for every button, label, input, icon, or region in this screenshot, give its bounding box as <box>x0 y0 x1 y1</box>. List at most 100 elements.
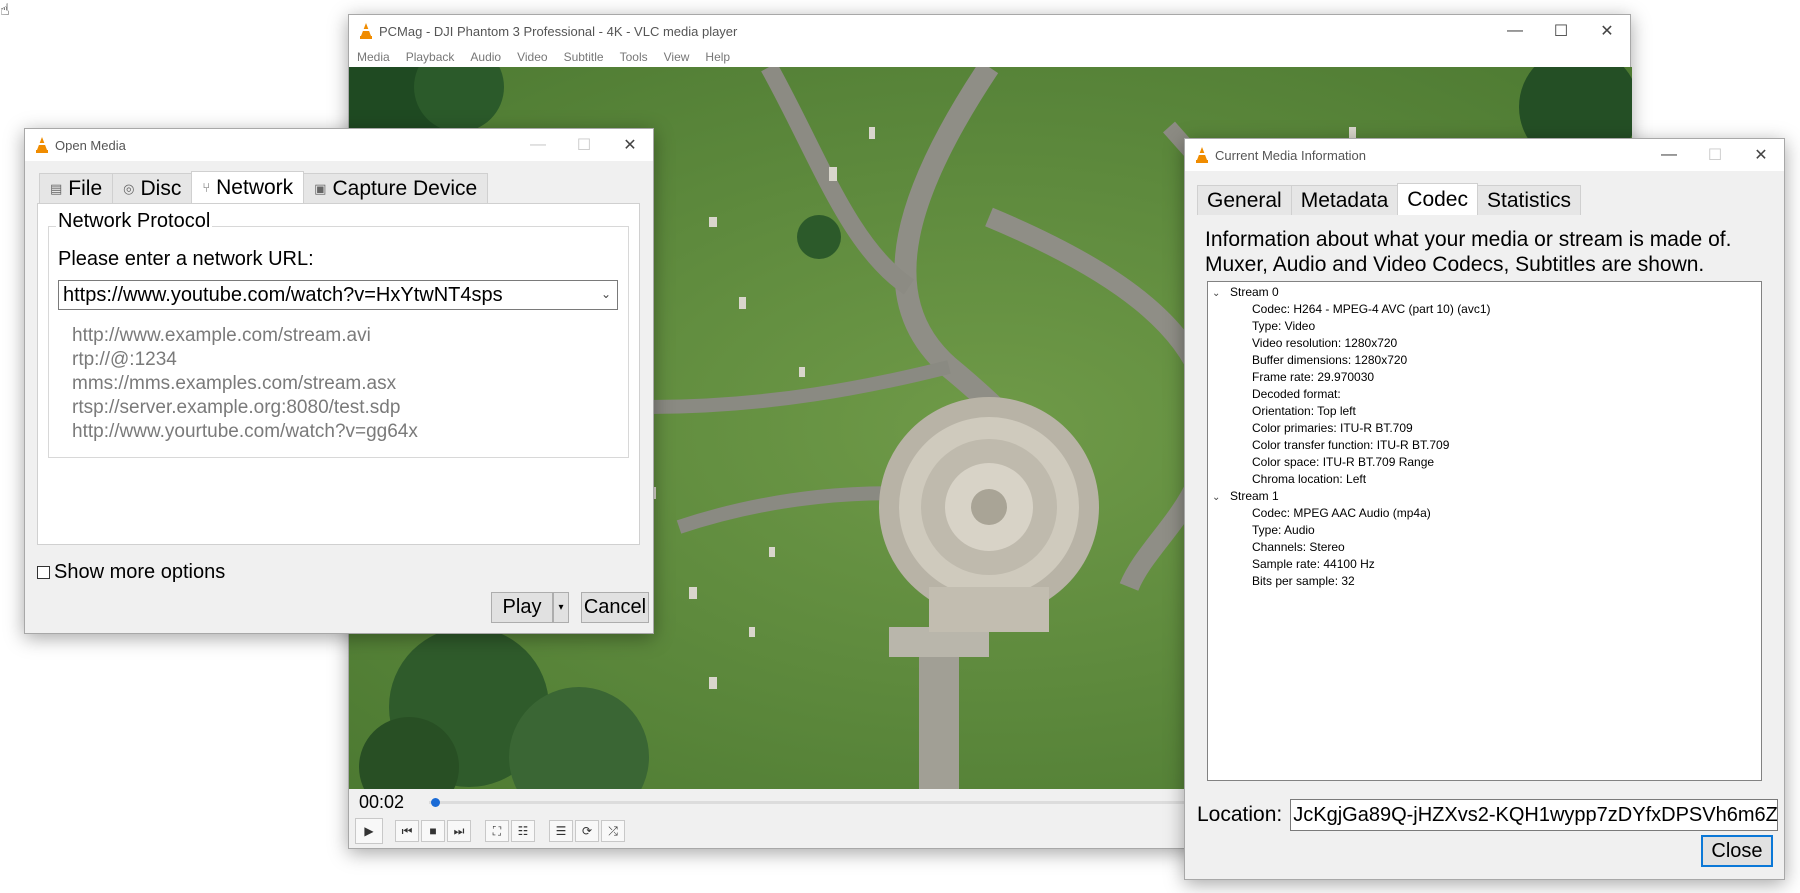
location-input[interactable]: JcKgjGa89Q-jHZXvs2-KQH1wypp7zDYfxDPSVh6m… <box>1290 799 1779 831</box>
close-icon[interactable]: ✕ <box>607 129 653 161</box>
vlc-window-title: PCMag - DJI Phantom 3 Professional - 4K … <box>379 23 738 39</box>
tree-item[interactable]: Color primaries: ITU-R BT.709 <box>1208 420 1761 437</box>
tree-item[interactable]: Color transfer function: ITU-R BT.709 <box>1208 437 1761 454</box>
tree-item[interactable]: Bits per sample: 32 <box>1208 573 1761 590</box>
cancel-button[interactable]: Cancel <box>581 592 649 623</box>
menu-view[interactable]: View <box>664 50 690 64</box>
menu-media[interactable]: Media <box>357 50 390 64</box>
minimize-icon[interactable]: — <box>1646 139 1692 171</box>
tree-item[interactable]: Color space: ITU-R BT.709 Range <box>1208 454 1761 471</box>
close-button[interactable]: Close <box>1701 835 1773 867</box>
shuffle-icon[interactable]: ⤮ <box>601 820 625 842</box>
tab-disc-label: Disc <box>140 176 182 200</box>
seek-handle[interactable] <box>431 798 441 807</box>
vlc-cone-icon <box>35 137 49 153</box>
close-icon[interactable]: ✕ <box>1738 139 1784 171</box>
location-label: Location: <box>1197 803 1283 826</box>
vlc-titlebar[interactable]: PCMag - DJI Phantom 3 Professional - 4K … <box>349 15 1630 47</box>
url-example: http://www.example.com/stream.avi <box>72 325 371 346</box>
maximize-icon[interactable]: ☐ <box>561 129 607 161</box>
tree-item[interactable]: Codec: H264 - MPEG-4 AVC (part 10) (avc1… <box>1208 301 1761 318</box>
network-panel: Network Protocol Please enter a network … <box>37 203 640 545</box>
tree-item[interactable]: Chroma location: Left <box>1208 471 1761 488</box>
mouse-cursor-icon: ☝ <box>0 2 10 19</box>
tab-network[interactable]: ⑂ Network <box>191 171 305 203</box>
stream-label: Stream 1 <box>1230 489 1279 503</box>
vlc-cone-icon <box>1195 147 1209 163</box>
menu-tools[interactable]: Tools <box>620 50 648 64</box>
show-more-options-label: Show more options <box>54 561 226 583</box>
codec-description-line: Information about what your media or str… <box>1205 228 1732 251</box>
media-info-tabs: General Metadata Codec Statistics <box>1197 183 1582 215</box>
menu-audio[interactable]: Audio <box>470 50 501 64</box>
network-protocol-label: Network Protocol <box>56 210 213 233</box>
tab-capture-device[interactable]: ▣ Capture Device <box>303 173 489 203</box>
next-icon[interactable]: ⏭ <box>447 820 471 842</box>
tree-item[interactable]: Orientation: Top left <box>1208 403 1761 420</box>
tree-node-stream-1[interactable]: ⌄ Stream 1 <box>1208 488 1761 505</box>
menu-help[interactable]: Help <box>705 50 730 64</box>
tab-capture-device-label: Capture Device <box>332 176 478 200</box>
play-dropdown-button[interactable]: ▾ <box>553 592 569 623</box>
tree-item[interactable]: Frame rate: 29.970030 <box>1208 369 1761 386</box>
file-icon: ▤ <box>50 180 63 196</box>
vlc-menubar: Media Playback Audio Video Subtitle Tool… <box>349 47 1630 67</box>
extended-settings-icon[interactable]: ☷ <box>511 820 535 842</box>
checkbox-icon[interactable] <box>37 566 50 579</box>
tab-statistics[interactable]: Statistics <box>1476 185 1582 215</box>
tab-disc[interactable]: ◎ Disc <box>112 173 193 203</box>
menu-subtitle[interactable]: Subtitle <box>564 50 604 64</box>
tree-item[interactable]: Buffer dimensions: 1280x720 <box>1208 352 1761 369</box>
tree-item[interactable]: Decoded format: <box>1208 386 1761 403</box>
tree-item[interactable]: Sample rate: 44100 Hz <box>1208 556 1761 573</box>
media-info-title: Current Media Information <box>1215 147 1367 163</box>
media-info-dialog: Current Media Information — ☐ ✕ General … <box>1184 138 1785 880</box>
tree-item[interactable]: Channels: Stereo <box>1208 539 1761 556</box>
tab-network-label: Network <box>216 175 294 199</box>
location-row: Location: JcKgjGa89Q-jHZXvs2-KQH1wypp7zD… <box>1197 799 1779 831</box>
show-more-options-checkbox[interactable]: Show more options <box>37 561 225 584</box>
vlc-cone-icon <box>359 23 373 39</box>
maximize-icon[interactable]: ☐ <box>1538 15 1584 47</box>
url-examples: http://www.example.com/stream.avi rtp://… <box>72 324 418 444</box>
network-url-input[interactable]: https://www.youtube.com/watch?v=HxYtwNT4… <box>58 280 618 310</box>
codec-tree[interactable]: ⌄ Stream 0 Codec: H264 - MPEG-4 AVC (part… <box>1207 281 1762 781</box>
tab-file[interactable]: ▤ File <box>39 173 114 203</box>
tree-item[interactable]: Codec: MPEG AAC Audio (mp4a) <box>1208 505 1761 522</box>
url-example: rtp://@:1234 <box>72 349 177 370</box>
tree-item[interactable]: Type: Video <box>1208 318 1761 335</box>
chevron-down-icon[interactable]: ⌄ <box>1212 285 1230 302</box>
loop-icon[interactable]: ⟳ <box>575 820 599 842</box>
playlist-icon[interactable]: ☰ <box>549 820 573 842</box>
tab-metadata[interactable]: Metadata <box>1290 185 1399 215</box>
open-media-dialog: Open Media — ☐ ✕ ▤ File ◎ Disc ⑂ Network… <box>24 128 654 634</box>
capture-device-icon: ▣ <box>314 180 327 196</box>
menu-video[interactable]: Video <box>517 50 547 64</box>
chevron-down-icon[interactable]: ⌄ <box>601 287 611 301</box>
url-label: Please enter a network URL: <box>58 248 314 270</box>
previous-icon[interactable]: ⏮ <box>395 820 419 842</box>
tree-item[interactable]: Video resolution: 1280x720 <box>1208 335 1761 352</box>
minimize-icon[interactable]: — <box>1492 15 1538 47</box>
tree-node-stream-0[interactable]: ⌄ Stream 0 <box>1208 284 1761 301</box>
stop-icon[interactable]: ■ <box>421 820 445 842</box>
stream-label: Stream 0 <box>1230 285 1279 299</box>
codec-description-line: Muxer, Audio and Video Codecs, Subtitles… <box>1205 253 1705 276</box>
tree-item[interactable]: Type: Audio <box>1208 522 1761 539</box>
maximize-icon[interactable]: ☐ <box>1692 139 1738 171</box>
open-media-titlebar[interactable]: Open Media — ☐ ✕ <box>25 129 653 161</box>
url-example: mms://mms.examples.com/stream.asx <box>72 373 397 394</box>
close-icon[interactable]: ✕ <box>1584 15 1630 47</box>
minimize-icon[interactable]: — <box>515 129 561 161</box>
fullscreen-icon[interactable]: ⛶ <box>485 820 509 842</box>
url-example: http://www.yourtube.com/watch?v=gg64x <box>72 421 418 442</box>
playback-controls: ▶ ⏮ ■ ⏭ ⛶ ☷ ☰ ⟳ ⤮ <box>355 815 627 847</box>
play-icon[interactable]: ▶ <box>355 818 383 844</box>
tab-general[interactable]: General <box>1197 185 1292 215</box>
menu-playback[interactable]: Playback <box>406 50 455 64</box>
url-example: rtsp://server.example.org:8080/test.sdp <box>72 397 401 418</box>
chevron-down-icon[interactable]: ⌄ <box>1212 489 1230 506</box>
tab-codec[interactable]: Codec <box>1397 183 1478 215</box>
play-button[interactable]: Play <box>491 592 553 623</box>
media-info-titlebar[interactable]: Current Media Information — ☐ ✕ <box>1185 139 1784 171</box>
